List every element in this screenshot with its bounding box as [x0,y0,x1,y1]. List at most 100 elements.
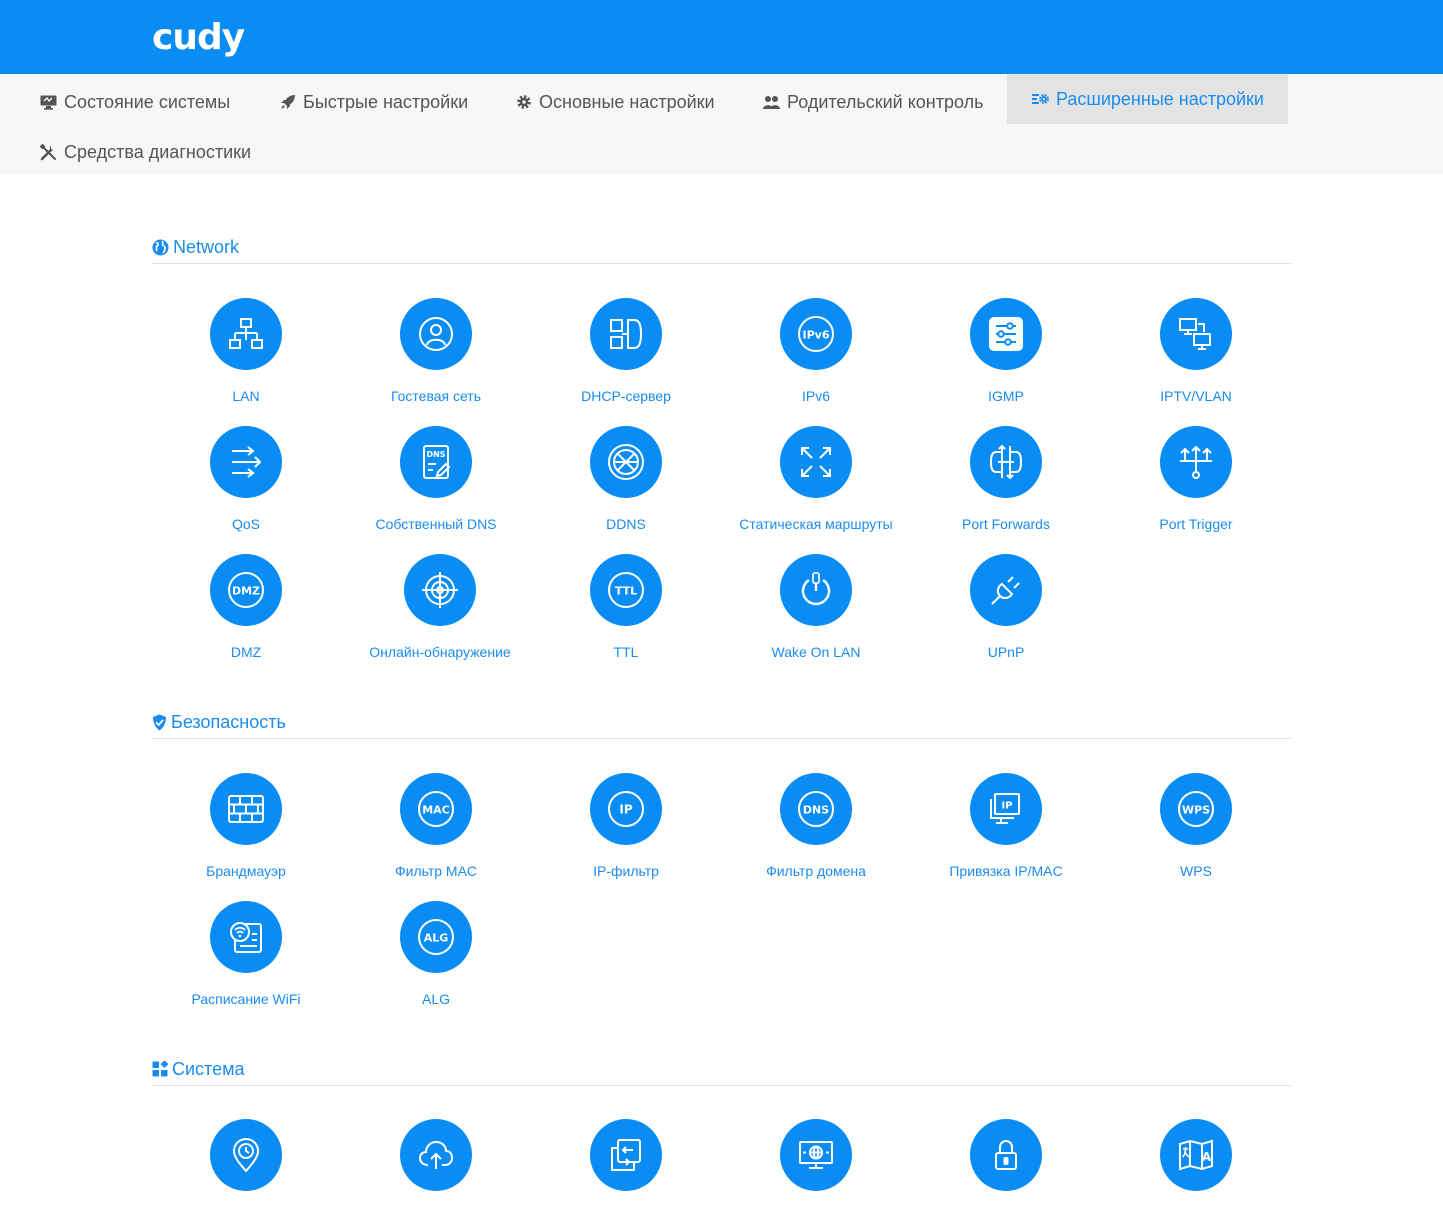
nav-label: Состояние системы [64,91,231,112]
svg-text:WPS: WPS [1182,804,1210,817]
svg-text:IP: IP [1001,801,1012,812]
tile-firewall[interactable]: Брандмауэр [151,773,341,879]
ttl-icon: TTL [590,554,662,626]
tile-dhcp-server[interactable]: DHCP-сервер [531,298,721,404]
tile-ttl[interactable]: TTL TTL [531,554,721,660]
upnp-icon [970,554,1042,626]
tile-label: UPnP [987,644,1025,660]
tools-icon [40,143,56,160]
nav-quick-setup[interactable]: Быстрые настройки [280,77,468,127]
tile-label: ALG [421,991,450,1007]
svg-text:ALG: ALG [424,932,449,945]
remote-management-icon [780,1119,852,1191]
tile-guest-network[interactable]: Гостевая сеть [341,298,531,404]
svg-text:A: A [1202,1150,1212,1164]
nav-label: Основные настройки [539,91,715,112]
dmz-icon: DMZ [210,554,282,626]
tile-ip-filter[interactable]: IP IP-фильтр [531,773,721,879]
tile-firmware-upgrade[interactable] [341,1119,531,1208]
users-icon [763,96,780,109]
svg-text:DMZ: DMZ [232,585,260,598]
tile-label: Wake On LAN [771,644,861,660]
nav-basic-settings[interactable]: Основные настройки [516,77,715,127]
tile-ip-mac-binding[interactable]: IP Привязка IP/MAC [911,773,1101,879]
tile-port-trigger[interactable]: Port Trigger [1101,426,1291,532]
tile-mac-filter[interactable]: MAC Фильтр MAC [341,773,531,879]
tile-igmp[interactable]: IGMP [911,298,1101,404]
tile-lan[interactable]: LAN [151,298,341,404]
tile-backup-restore[interactable] [531,1119,721,1208]
wifi-schedule-icon [210,901,282,973]
tile-time-settings[interactable] [151,1119,341,1208]
tile-iptv-vlan[interactable]: IPTV/VLAN [1101,298,1291,404]
svg-text:MAC: MAC [422,804,450,817]
tile-wps[interactable]: WPS WPS [1101,773,1291,879]
tile-label: WPS [1180,863,1212,879]
tile-ipv6[interactable]: IPv6 IPv6 [721,298,911,404]
tile-label: Расписание WiFi [191,991,301,1007]
nav-label: Родительский контроль [787,91,984,112]
tile-ddns[interactable]: DDNS [531,426,721,532]
port-forward-icon [970,426,1042,498]
section-title: Безопасность [171,712,286,732]
nav-parental-control[interactable]: Родительский контроль [763,77,984,127]
tile-label: Port Trigger [1159,516,1233,532]
tile-port-forwards[interactable]: Port Forwards [911,426,1101,532]
section-network-header: Network [152,236,1292,264]
tile-label: IGMP [988,388,1024,404]
section-title: Network [173,237,240,257]
tile-label: IPv6 [801,388,830,404]
tile-remote-management[interactable] [721,1119,911,1208]
dhcp-icon [590,298,662,370]
svg-text:IP: IP [619,803,632,817]
tile-wake-on-lan[interactable]: Wake On LAN [721,554,911,660]
rocket-icon [281,95,295,109]
port-trigger-icon [1160,426,1232,498]
online-detection-icon [404,554,476,626]
globe-icon [152,239,169,256]
nav-label: Средства диагностики [64,141,252,162]
tile-label: DDNS [606,516,646,532]
tile-label: IPTV/VLAN [1160,388,1232,404]
static-route-icon [780,426,852,498]
time-location-icon [210,1119,282,1191]
tile-label: Брандмауэр [206,863,286,879]
guest-user-icon [400,298,472,370]
cudy-logo[interactable]: cudy [152,20,245,56]
tile-static-routes[interactable]: Статическая маршруты [721,426,911,532]
tile-label: Онлайн-обнаружение [369,644,511,660]
tile-label: TTL [613,644,639,660]
tile-domain-filter[interactable]: DNS Фильтр домена [721,773,911,879]
tile-password[interactable] [911,1119,1101,1208]
tile-label: Port Forwards [962,516,1050,532]
svg-text:DNS: DNS [426,450,445,459]
tile-upnp[interactable]: UPnP [911,554,1101,660]
alg-icon: ALG [400,901,472,973]
tile-qos[interactable]: QoS [151,426,341,532]
lan-icon [210,298,282,370]
tile-language[interactable]: A [1101,1119,1291,1208]
tile-online-detection[interactable]: Онлайн-обнаружение [345,554,535,660]
iptv-icon [1160,298,1232,370]
ddns-icon [590,426,662,498]
svg-text:TTL: TTL [615,585,637,598]
tile-custom-dns[interactable]: DNS Собственный DNS [341,426,531,532]
tile-dmz[interactable]: DMZ DMZ [151,554,341,660]
language-icon: A [1160,1119,1232,1191]
main-nav: Состояние системы Быстрые настройки Осно… [0,74,1443,174]
nav-label: Быстрые настройки [303,91,469,112]
firewall-icon [210,773,282,845]
custom-dns-icon: DNS [400,426,472,498]
nav-system-status[interactable]: Состояние системы [40,77,230,127]
domain-filter-icon: DNS [780,773,852,845]
section-system-header: Система [152,1058,1292,1086]
wps-icon: WPS [1160,773,1232,845]
nav-label: Расширенные настройки [1056,88,1264,109]
tile-wifi-schedule[interactable]: Расписание WiFi [151,901,341,1007]
tile-alg[interactable]: ALG ALG [341,901,531,1007]
mac-filter-icon: MAC [400,773,472,845]
password-lock-icon [970,1119,1042,1191]
nav-advanced-settings[interactable]: Расширенные настройки [1007,74,1288,124]
gear-icon [517,95,531,109]
nav-diagnostics[interactable]: Средства диагностики [40,127,251,177]
